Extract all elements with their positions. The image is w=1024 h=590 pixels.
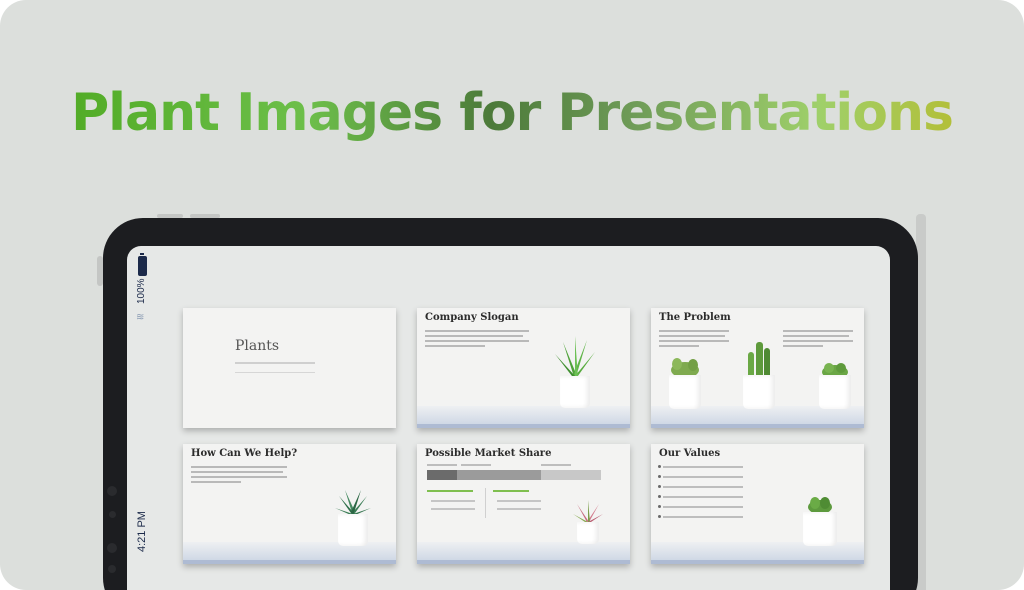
- slide-title: How Can We Help?: [191, 448, 298, 459]
- slide-thumbnail-possible-market-share[interactable]: Possible Market Share: [417, 444, 630, 564]
- battery-percent: 100%: [136, 278, 147, 304]
- plant-aloe-icon: [555, 336, 595, 380]
- plant-succulent-icon: [335, 490, 371, 516]
- slide-title: Company Slogan: [425, 312, 519, 323]
- slide-title: Our Values: [659, 448, 721, 459]
- plant-pot: [560, 376, 590, 408]
- plant-flowering-icon: [573, 500, 603, 524]
- slide-title: The Problem: [659, 312, 731, 323]
- market-bar-segment: [541, 470, 601, 480]
- slide-thumbnail-company-slogan[interactable]: Company Slogan: [417, 308, 630, 428]
- plant-cactus-icon: [748, 342, 770, 378]
- slide-thumbnail-the-problem[interactable]: The Problem: [651, 308, 864, 428]
- market-bar-segment: [427, 470, 457, 480]
- plant-pot: [577, 522, 599, 544]
- camera-dot: [107, 486, 117, 496]
- market-bar-segment: [457, 470, 541, 480]
- slide-thumbnail-our-values[interactable]: Our Values: [651, 444, 864, 564]
- plant-pot: [803, 512, 837, 546]
- status-bar: 100% ≋ 4:21 PM: [127, 246, 157, 590]
- camera-dot: [108, 565, 116, 573]
- tablet-screen: 100% ≋ 4:21 PM Plants Company Slogan The…: [127, 246, 890, 590]
- slide-title: Plants: [235, 338, 280, 354]
- headline: Plant Images for Presentations: [0, 78, 1024, 148]
- slide-thumbnail-plants[interactable]: Plants: [183, 308, 396, 428]
- promo-card: Plant Images for Presentations 100% ≋ 4:…: [0, 0, 1024, 590]
- plant-pot: [743, 375, 775, 409]
- slide-title: Possible Market Share: [425, 448, 552, 459]
- camera-dot: [109, 511, 116, 518]
- plant-pot: [669, 375, 701, 409]
- battery-icon: [138, 256, 147, 276]
- slide-thumbnail-how-can-we-help[interactable]: How Can We Help?: [183, 444, 396, 564]
- camera-dot: [107, 543, 117, 553]
- plant-pot: [338, 514, 368, 546]
- wifi-icon: ≋: [136, 312, 145, 323]
- status-time: 4:21 PM: [136, 511, 148, 552]
- plant-pot: [819, 375, 851, 409]
